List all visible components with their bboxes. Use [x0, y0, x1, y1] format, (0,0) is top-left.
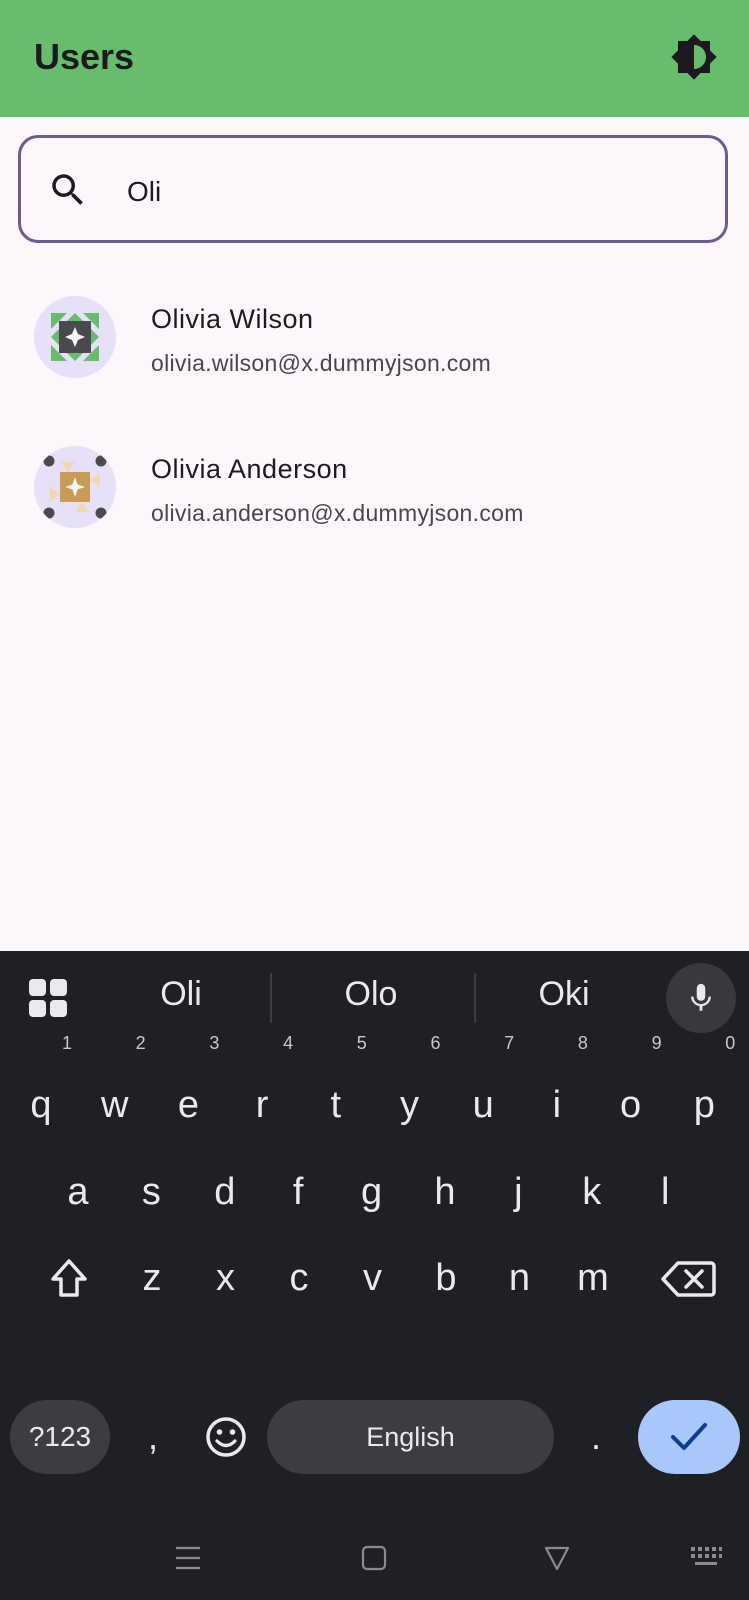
backspace-icon	[661, 1261, 716, 1297]
list-item[interactable]: Olivia Anderson olivia.anderson@x.dummyj…	[0, 420, 749, 570]
key-q[interactable]: 1q	[6, 1034, 76, 1150]
key-r[interactable]: 4r	[227, 1034, 297, 1150]
key-hint: 8	[577, 1033, 588, 1053]
suggestion-strip: Oli Olo Oki	[0, 951, 749, 1046]
shift-icon	[51, 1259, 87, 1297]
key-s[interactable]: s	[116, 1147, 186, 1237]
key-label: i	[552, 1084, 562, 1126]
emoji-key[interactable]	[190, 1392, 260, 1482]
key-g[interactable]: g	[337, 1147, 407, 1237]
key-m[interactable]: m	[558, 1233, 628, 1323]
app-bar: Users	[0, 0, 749, 117]
suggestion-divider	[474, 973, 476, 1023]
avatar	[34, 296, 116, 378]
key-hint: 1	[61, 1033, 72, 1053]
key-a[interactable]: a	[43, 1147, 113, 1237]
key-b[interactable]: b	[411, 1233, 481, 1323]
key-hint: 6	[430, 1033, 441, 1053]
key-label: w	[100, 1084, 129, 1126]
avatar	[34, 446, 116, 528]
mic-button[interactable]	[666, 963, 736, 1033]
user-email: olivia.anderson@x.dummyjson.com	[151, 500, 524, 526]
key-z[interactable]: z	[117, 1233, 187, 1323]
mic-icon	[691, 983, 711, 1011]
emoji-icon	[206, 1417, 246, 1457]
key-x[interactable]: x	[191, 1233, 261, 1323]
key-hint: 9	[651, 1033, 662, 1053]
shift-key[interactable]	[33, 1233, 103, 1323]
key-i[interactable]: 8i	[522, 1034, 592, 1150]
key-d[interactable]: d	[190, 1147, 260, 1237]
key-label: q	[30, 1084, 52, 1126]
key-label: t	[330, 1084, 342, 1126]
search-input[interactable]: Oli	[127, 176, 161, 208]
key-c[interactable]: c	[264, 1233, 334, 1323]
suggestion-3[interactable]: Oki	[484, 975, 644, 1014]
key-t[interactable]: 5t	[301, 1034, 371, 1150]
search-icon	[52, 174, 83, 205]
backspace-key[interactable]	[652, 1233, 722, 1323]
list-item[interactable]: Olivia Wilson olivia.wilson@x.dummyjson.…	[0, 270, 749, 420]
key-n[interactable]: n	[485, 1233, 555, 1323]
home-icon[interactable]	[359, 1543, 389, 1573]
key-p[interactable]: 0p	[669, 1034, 739, 1150]
key-k[interactable]: k	[557, 1147, 627, 1237]
page-title: Users	[34, 36, 135, 77]
apps-grid-icon[interactable]	[27, 977, 69, 1019]
key-hint: 4	[283, 1033, 294, 1053]
key-y[interactable]: 6y	[375, 1034, 445, 1150]
key-l[interactable]: l	[630, 1147, 700, 1237]
key-o[interactable]: 9o	[596, 1034, 666, 1150]
key-label: p	[693, 1084, 715, 1126]
keyboard-hide-icon[interactable]	[689, 1543, 723, 1573]
check-icon	[671, 1423, 707, 1450]
suggestion-divider	[270, 973, 272, 1023]
search-field[interactable]: Oli	[18, 135, 728, 243]
key-hint: 0	[725, 1033, 736, 1053]
space-key[interactable]: English	[267, 1400, 554, 1474]
key-label: y	[400, 1084, 419, 1126]
key-label: u	[472, 1084, 494, 1126]
enter-key[interactable]	[638, 1400, 740, 1474]
period-key[interactable]: .	[561, 1392, 631, 1482]
key-j[interactable]: j	[483, 1147, 553, 1237]
soft-keyboard: Oli Olo Oki 1q2w3e4r5t6y7u8i9o0p asdfghj…	[0, 951, 749, 1600]
key-hint: 3	[209, 1033, 220, 1053]
key-u[interactable]: 7u	[448, 1034, 518, 1150]
symbols-key[interactable]: ?123	[10, 1400, 110, 1474]
user-name: Olivia Anderson	[151, 454, 348, 484]
key-h[interactable]: h	[410, 1147, 480, 1237]
key-hint: 5	[356, 1033, 367, 1053]
key-f[interactable]: f	[263, 1147, 333, 1237]
back-icon[interactable]	[542, 1543, 572, 1573]
key-hint: 7	[504, 1033, 515, 1053]
brightness-icon[interactable]	[670, 33, 718, 81]
user-name: Olivia Wilson	[151, 304, 314, 334]
key-label: o	[620, 1084, 642, 1126]
key-label: r	[255, 1084, 269, 1126]
suggestion-1[interactable]: Oli	[101, 975, 261, 1014]
suggestion-2[interactable]: Olo	[291, 975, 451, 1014]
key-label: e	[177, 1084, 199, 1126]
comma-key[interactable]: ,	[118, 1392, 188, 1482]
key-w[interactable]: 2w	[80, 1034, 150, 1150]
key-v[interactable]: v	[338, 1233, 408, 1323]
menu-icon[interactable]	[173, 1543, 203, 1573]
user-email: olivia.wilson@x.dummyjson.com	[151, 350, 492, 376]
key-e[interactable]: 3e	[153, 1034, 223, 1150]
key-hint: 2	[135, 1033, 146, 1053]
